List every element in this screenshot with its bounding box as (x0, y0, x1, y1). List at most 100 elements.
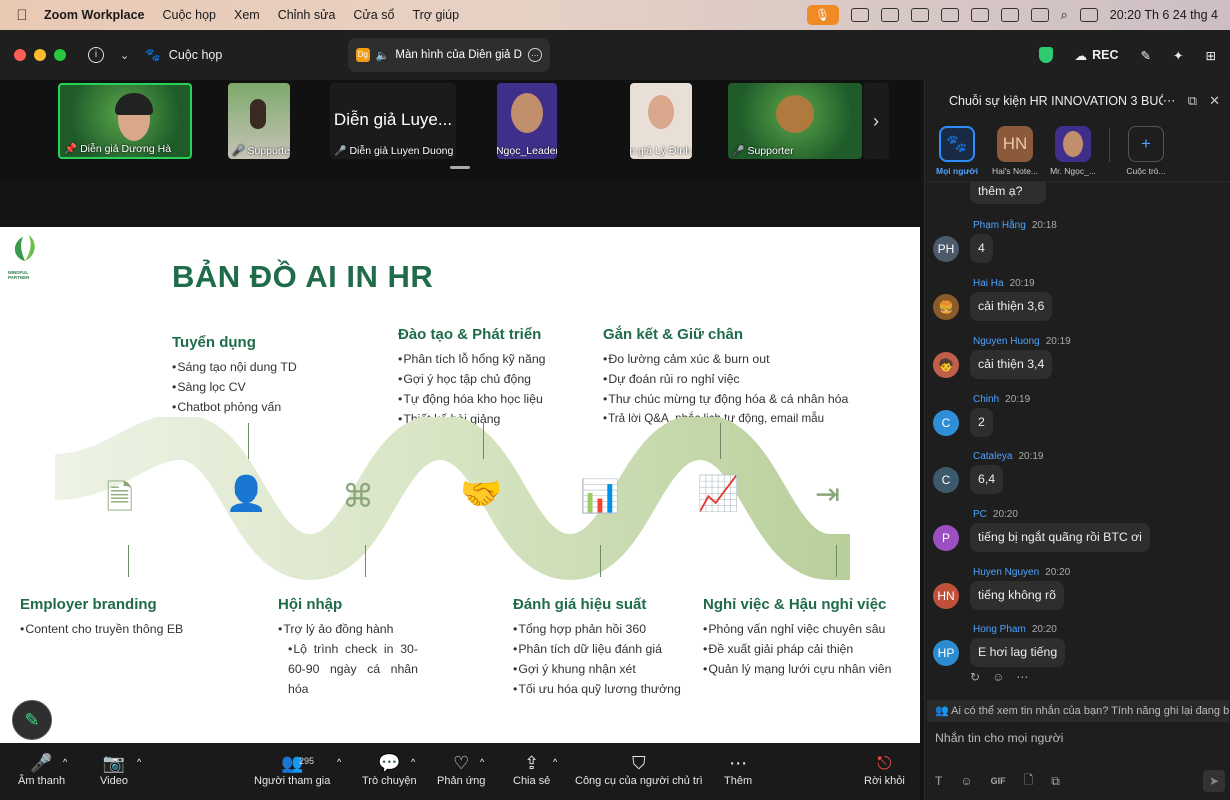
more-icon[interactable]: … (528, 48, 542, 62)
connector-line (483, 423, 484, 459)
popout-icon[interactable]: ⧉ (1188, 93, 1197, 109)
leaf-logo-icon (14, 234, 35, 262)
sender-name: Chinh (973, 394, 1000, 405)
participant-video (648, 95, 674, 129)
list-item: Tối ưu hóa quỹ lương thưởng (513, 679, 681, 699)
file-icon[interactable]: 🗋 (1024, 771, 1034, 792)
exit-icon: ⇥ (815, 478, 841, 511)
chat-visibility-notice[interactable]: 👥 Ai có thể xem tin nhắn của bạn? Tính n… (927, 700, 1229, 722)
menu-item-cuoc-hop[interactable]: Cuộc họp (162, 8, 216, 22)
search-icon[interactable]: ⌕ (1061, 7, 1068, 23)
record-label: REC (1092, 48, 1119, 62)
apple-icon[interactable]:  (0, 7, 44, 24)
control-center-icon[interactable] (1079, 8, 1098, 22)
grid-icon[interactable]: ⊞ (1206, 48, 1216, 63)
status-icon[interactable] (970, 8, 989, 22)
avatar: HN (997, 126, 1033, 162)
section-title: Nghỉ việc & Hậu nghỉ việc (703, 596, 887, 613)
leave-button[interactable]: ⎋ Rời khỏi (864, 751, 905, 787)
more-icon[interactable]: ⋯ (1163, 93, 1176, 109)
chat-options-caret-icon[interactable]: ^ (411, 757, 415, 767)
recipient-hais-note[interactable]: HN Hai's Note... (992, 126, 1038, 176)
wifi-icon[interactable] (1030, 8, 1049, 22)
format-text-icon[interactable]: T (935, 774, 942, 788)
mic-status-icon[interactable]: 🎙 (806, 5, 839, 25)
menu-item-tro-giup[interactable]: Trợ giúp (412, 8, 459, 22)
ai-companion-icon[interactable]: ✦ (1173, 48, 1183, 63)
video-tile-label: 🎤 Diễn giả Luyen Duong (334, 145, 453, 157)
chevron-down-icon[interactable]: ⌄ (120, 49, 129, 62)
more-button[interactable]: ⋯ Thêm (724, 751, 752, 787)
share-button[interactable]: ⇪ Chia sẻ (513, 751, 550, 787)
recipient-label: Mr. Ngọc_... (1050, 166, 1096, 176)
menu-clock[interactable]: 20:20 Th 6 24 thg 4 (1110, 8, 1218, 22)
fullscreen-window-button[interactable] (54, 49, 66, 61)
recipient-new-chat[interactable]: + Cuộc trò... (1124, 126, 1168, 176)
participants-options-caret-icon[interactable]: ^ (337, 757, 341, 767)
mic-off-icon: 🎤 (334, 145, 347, 157)
menu-item-chinh-sua[interactable]: Chỉnh sửa (278, 8, 336, 22)
participant-name: Diễn giả Lý Đình (630, 145, 692, 157)
video-tile[interactable]: Diễn giả Luye... 🎤 Diễn giả Luyen Duong (330, 83, 456, 159)
more-icon[interactable]: ⋯ (1016, 670, 1028, 684)
participant-name: Diễn giả Dương Hà (80, 142, 172, 155)
annotate-pen-button[interactable]: ✎ (12, 700, 52, 740)
recipient-mr-ngoc[interactable]: Mr. Ngọc_... (1050, 126, 1096, 176)
video-tile[interactable]: 🎤 Supporter (728, 83, 862, 159)
chat-input[interactable]: Nhắn tin cho mọi người (925, 726, 1230, 750)
status-icon[interactable] (850, 8, 869, 22)
resize-handle[interactable] (450, 166, 470, 169)
video-options-caret-icon[interactable]: ^ (137, 757, 141, 767)
status-icon[interactable] (880, 8, 899, 22)
video-button[interactable]: 📷 Video (100, 751, 128, 787)
status-icon[interactable] (910, 8, 929, 22)
battery-icon[interactable] (1000, 8, 1019, 22)
video-tile[interactable]: 🎤 Supporter (228, 83, 290, 159)
meeting-tab[interactable]: 🐾 Cuộc họp (145, 48, 222, 63)
chat-recipients: 🐾 Mọi người HN Hai's Note... Mr. Ngọc_..… (925, 122, 1230, 182)
chevron-right-icon[interactable]: › (863, 83, 889, 159)
menu-item-cua-so[interactable]: Cửa sổ (353, 8, 394, 22)
reactions-options-caret-icon[interactable]: ^ (480, 757, 484, 767)
emoji-icon[interactable]: ☺ (960, 774, 972, 788)
audio-options-caret-icon[interactable]: ^ (63, 757, 67, 767)
chat-button[interactable]: 💬 Trò chuyện (362, 751, 417, 787)
emoji-reaction-icon[interactable]: ☺ (992, 670, 1004, 684)
mindful-partner-logo: MINDFUL PARTNER (8, 233, 48, 280)
video-tile[interactable]: 🎤Diễn giả Lý Đình (630, 83, 692, 159)
send-icon[interactable]: ➤ (1203, 770, 1225, 792)
reply-icon[interactable]: ↻ (970, 670, 980, 684)
record-button[interactable]: ☁ REC (1075, 48, 1119, 63)
info-icon[interactable]: i (88, 47, 104, 63)
recipient-label: Cuộc trò... (1126, 166, 1166, 176)
status-icon[interactable] (940, 8, 959, 22)
menu-item-xem[interactable]: Xem (234, 8, 260, 22)
minimize-window-button[interactable] (34, 49, 46, 61)
video-tile[interactable]: 🎤Mr. Ngọc_LeaderUp (497, 83, 557, 159)
list-item: Quản lý mạng lưới cựu nhân viên (703, 659, 891, 679)
participants-button[interactable]: 👥 295 Người tham gia (254, 751, 330, 787)
host-tools-button[interactable]: ⛉ Công cụ của người chủ trì (575, 751, 703, 787)
section-title: Gắn kết & Giữ chân (603, 326, 744, 343)
audio-button[interactable]: 🎤 Âm thanh (18, 751, 65, 787)
section-tuyen-dung: Tuyển dụng Sáng tạo nội dung TD Sàng lọc… (172, 334, 297, 417)
section-title: Tuyển dụng (172, 334, 256, 351)
close-window-button[interactable] (14, 49, 26, 61)
gif-icon[interactable]: GIF (991, 776, 1006, 786)
edit-icon[interactable]: ✎ (1141, 48, 1151, 63)
share-options-caret-icon[interactable]: ^ (553, 757, 557, 767)
screenshot-icon[interactable]: ⧉ (1051, 774, 1060, 789)
connector-line (836, 545, 837, 577)
screen-share-tab[interactable]: Dg 🔈 Màn hình của Diễn giả Dư … (348, 38, 550, 72)
mic-off-icon: 🎤 (732, 145, 745, 157)
security-shield-icon[interactable] (1038, 47, 1053, 63)
menu-app-name[interactable]: Zoom Workplace (44, 8, 144, 22)
avatar: C (933, 410, 959, 436)
video-tile[interactable]: 📌 Diễn giả Dương Hà (58, 83, 192, 159)
sender-name: Nguyen Huong (973, 336, 1040, 347)
close-icon[interactable]: ✕ (1209, 93, 1220, 109)
list-item: Lộ trình check in 30-60-90 ngày cá nhân … (288, 639, 418, 699)
recipient-everyone[interactable]: 🐾 Mọi người (935, 126, 979, 176)
participant-video (250, 99, 266, 129)
reactions-button[interactable]: ♡ Phản ứng (437, 751, 485, 787)
